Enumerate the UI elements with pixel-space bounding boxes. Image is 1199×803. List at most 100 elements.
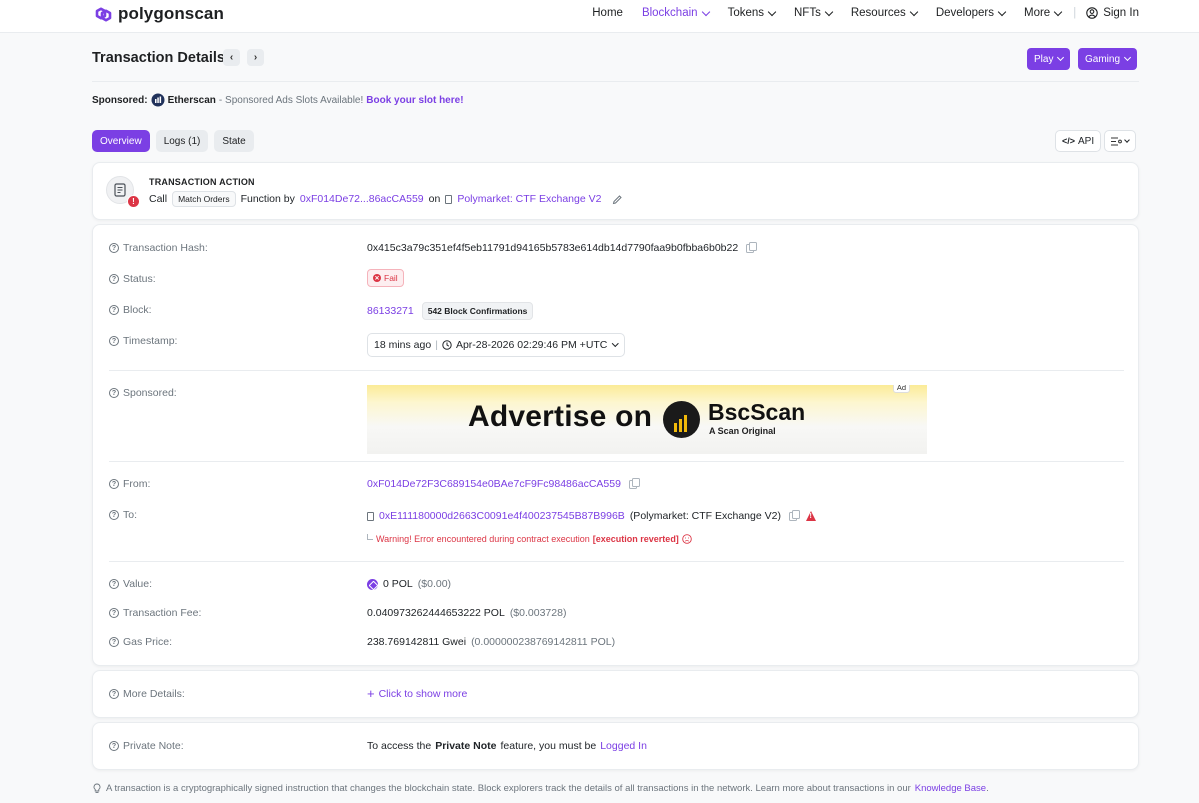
gas-price-value: 238.769142811 Gwei [367,636,467,648]
help-icon[interactable]: ? [109,637,119,647]
help-icon[interactable]: ? [109,336,119,346]
nav-more[interactable]: More [1024,7,1063,19]
footer-note: A transaction is a cryptographically sig… [92,783,989,794]
nav-label: Resources [850,7,906,19]
page-title: Transaction Details [92,50,225,66]
fee-amount: 0.040973262444653222 POL [367,607,505,619]
timestamp-separator: | [435,339,438,351]
private-note-text-before: To access the [367,740,432,752]
from-address-link[interactable]: 0xF014De72F3C689154e0BAe7cF9Fc98486acCA5… [367,478,621,490]
sponsored-row-label: Sponsored: [123,387,177,399]
to-label: To: [123,509,138,521]
help-icon[interactable]: ? [109,243,119,253]
help-icon[interactable]: ? [109,305,119,315]
to-address-link[interactable]: 0xE111180000d2663C0091e4f400237545B87B99… [379,510,625,522]
play-dropdown-button[interactable]: Play [1027,48,1071,70]
warning-reason: [execution reverted] [592,534,679,544]
call-text: Call [149,193,168,205]
lightbulb-icon [93,783,101,793]
transaction-action-title: TRANSACTION ACTION [149,177,255,187]
view-options-button[interactable] [1104,130,1136,152]
action-contract-link[interactable]: Polymarket: CTF Exchange V2 [457,193,601,205]
error-badge-icon: ! [127,195,140,208]
help-icon[interactable]: ? [109,510,119,520]
value-label-row: ? Value: [109,578,152,590]
knowledge-base-link[interactable]: Knowledge Base [915,783,986,794]
status-label-row: ? Status: [109,273,156,285]
bscscan-ad-banner[interactable]: Ad Advertise on BscScan A Scan Original [367,385,927,454]
action-from-address-link[interactable]: 0xF014De72...86acCA559 [300,193,424,205]
play-label: Play [1034,53,1054,65]
chevron-down-icon [1124,136,1130,143]
bscscan-bars-icon [674,415,687,432]
gas-price-label: Gas Price: [123,636,173,648]
nav-tokens[interactable]: Tokens [727,7,777,19]
help-icon[interactable]: ? [109,579,119,589]
copy-icon[interactable] [746,241,758,253]
tab-logs[interactable]: Logs (1) [155,130,209,152]
function-by-text: Function by [240,193,295,205]
from-label: From: [123,478,151,490]
transaction-details-card: ? Transaction Hash: 0x415c3a79c351ef4f5eb… [92,224,1139,666]
tx-hash-label-row: ? Transaction Hash: [109,242,208,254]
divider [109,461,1124,462]
private-note-label-row: ? Private Note: [109,740,184,752]
help-icon[interactable]: ? [109,479,119,489]
nav-resources[interactable]: Resources [850,7,919,19]
nav-nfts[interactable]: NFTs [794,7,834,19]
code-icon: </> [1062,136,1076,146]
show-more-link[interactable]: + Click to show more [367,687,467,700]
help-icon[interactable]: ? [109,274,119,284]
api-button[interactable]: </> API [1055,130,1102,152]
clock-icon [442,340,452,350]
book-slot-link[interactable]: Book your slot here! [366,95,463,106]
help-icon[interactable]: ? [109,689,119,699]
nav-label: Tokens [727,7,764,19]
pencil-icon[interactable] [612,194,623,205]
chevron-down-icon [1057,53,1065,62]
prev-tx-button[interactable]: ‹ [223,49,240,66]
fee-label: Transaction Fee: [123,607,202,619]
copy-icon[interactable] [628,477,640,489]
divider [92,81,1139,82]
copy-icon[interactable] [788,509,800,521]
more-details-label-row: ? More Details: [109,688,185,700]
fee-value-row: 0.040973262444653222 POL ($0.003728) [367,607,566,619]
api-label: API [1078,135,1095,147]
value-label: Value: [123,578,152,590]
timestamp-dropdown[interactable]: 18 mins ago | Apr-28-2026 02:29:46 PM +U… [367,333,625,357]
chevron-down-icon [1053,7,1063,16]
nav-divider: | [1073,7,1077,19]
gaming-dropdown-button[interactable]: Gaming [1078,48,1138,70]
sponsored-text: - Sponsored Ads Slots Available! [218,94,364,106]
status-text: Fail [384,273,398,283]
logged-in-link[interactable]: Logged In [600,740,647,752]
timestamp-label-row: ? Timestamp: [109,335,177,347]
nav-label: NFTs [794,7,821,19]
user-circle-icon [1086,7,1098,19]
timestamp-value: Apr-28-2026 02:29:46 PM +UTC [455,339,608,351]
help-icon[interactable]: ? [109,741,119,751]
nav-label: Developers [935,7,994,19]
footer-text: A transaction is a cryptographically sig… [106,783,911,794]
nav-blockchain[interactable]: Blockchain [642,7,710,19]
nav-developers[interactable]: Developers [935,7,1007,19]
nav-home[interactable]: Home [592,7,623,19]
status-value-row: ✕ Fail [367,269,404,287]
etherscan-brand[interactable]: Etherscan [168,95,216,106]
nav-label: Home [592,7,623,19]
confirmations-badge: 542 Block Confirmations [421,302,534,320]
help-icon[interactable]: ? [109,608,119,618]
more-details-card: ? More Details: + Click to show more [92,670,1139,718]
chevron-down-icon [909,7,919,16]
block-number-link[interactable]: 86133271 [367,305,414,317]
next-tx-button[interactable]: › [247,49,264,66]
footer-end: . [986,783,989,794]
divider [109,561,1124,562]
chevron-down-icon [612,340,619,347]
tab-overview[interactable]: Overview [92,130,150,152]
polygonscan-logo[interactable]: polygonscan [92,4,224,24]
sign-in-link[interactable]: Sign In [1086,7,1139,19]
help-icon[interactable]: ? [109,388,119,398]
tab-state[interactable]: State [214,130,254,152]
